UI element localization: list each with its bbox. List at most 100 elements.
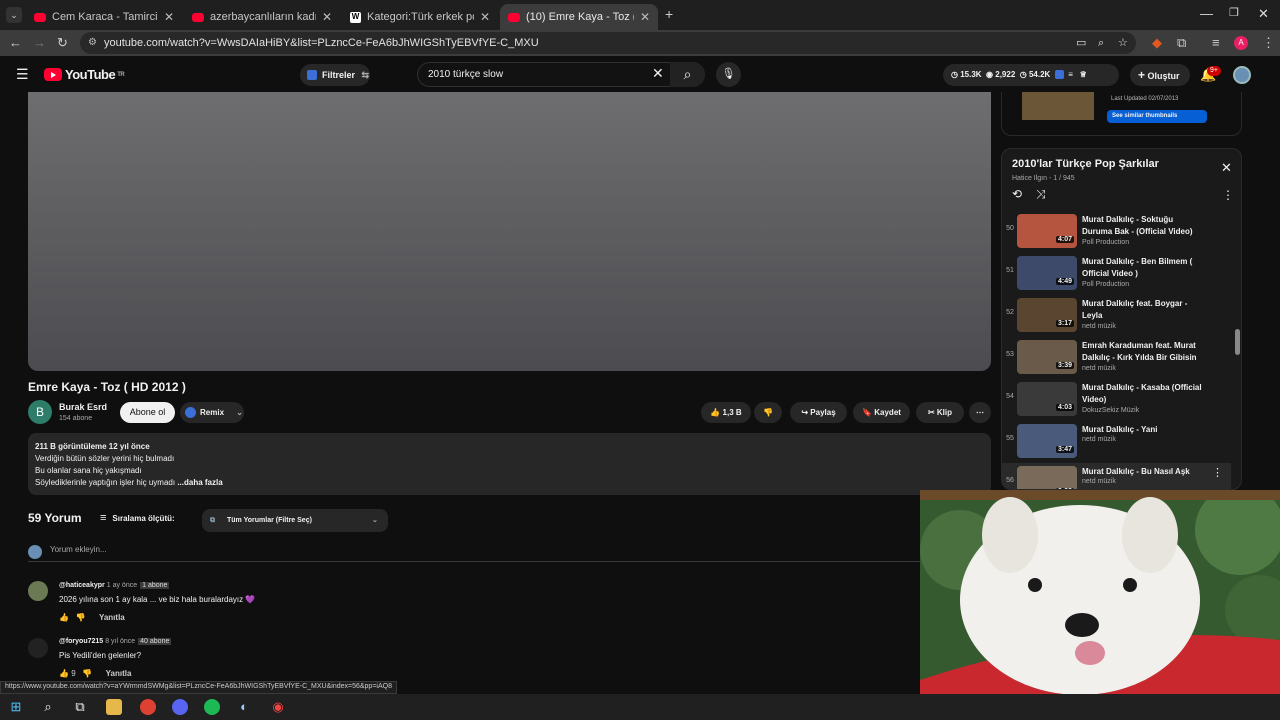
user-avatar[interactable] [1233, 66, 1251, 84]
profile-avatar[interactable]: A [1234, 36, 1248, 50]
playlist-item[interactable]: 51 4:49 Murat Dalkılıç - Ben Bilmem ( Offi… [1002, 253, 1231, 295]
playlist-item-channel: netd müzik [1082, 365, 1116, 372]
playlist-item[interactable]: 563:33Murat Dalkılıç - Bu Nasıl Aşknetd … [1002, 463, 1231, 489]
close-icon[interactable]: ✕ [480, 10, 490, 24]
search-icon: ⌕ [683, 66, 692, 82]
tab-emre-kaya[interactable]: (10) Emre Kaya - Toz ( HD 2012 ✕ [500, 4, 658, 30]
clip-button[interactable]: ✂ Klip [916, 402, 964, 423]
channel-avatar[interactable]: B [28, 400, 52, 424]
comment-avatar[interactable] [28, 638, 48, 658]
tab-azerbaycan[interactable]: azerbaycanlıların kadın ile düet ✕ [184, 4, 340, 30]
hamburger-menu-icon[interactable]: ☰ [16, 66, 29, 83]
search-button[interactable]: ⌕ [670, 62, 705, 87]
app-icon[interactable]: ◉ [270, 699, 286, 715]
thumbs-up-icon[interactable]: 👍 [59, 613, 69, 622]
dislike-button[interactable]: 👎 [754, 402, 782, 423]
youtube-logo[interactable]: YouTube TR [44, 67, 125, 82]
site-info-icon[interactable]: ⚙ [88, 32, 97, 54]
playlist-item[interactable]: 50 4:07 Murat Dalkılıç - Soktuğu Duruma Ba… [1002, 211, 1231, 253]
new-tab-icon[interactable]: + [665, 6, 673, 22]
close-playlist-icon[interactable]: ✕ [1221, 160, 1232, 176]
thumbs-down-icon[interactable]: 👎 [82, 669, 92, 678]
comment-text: 2026 yılına son 1 ay kala ... ve biz hal… [59, 595, 256, 604]
reload-icon[interactable]: ↻ [57, 35, 68, 51]
list-icon[interactable]: ≡ [1068, 70, 1073, 79]
zoom-icon[interactable]: ⌕ [1098, 32, 1104, 54]
menu-dots-icon[interactable]: ⋮ [1262, 35, 1275, 51]
close-icon[interactable]: ✕ [640, 10, 650, 24]
playlist-item-index: 53 [1006, 351, 1014, 358]
media-controls-icon[interactable]: ≡ [1212, 35, 1220, 50]
like-button[interactable]: 👍 1,3 B [701, 402, 751, 423]
playlist-item[interactable]: 55 3:47 Murat Dalkılıç - Yani netd müzik [1002, 421, 1231, 463]
minimize-icon[interactable]: — [1200, 6, 1213, 21]
playlist-item[interactable]: 52 3:17 Murat Dalkılıç feat. Boygar - Leyl… [1002, 295, 1231, 337]
spotify-icon[interactable] [204, 699, 220, 715]
subscribe-button[interactable]: Abone ol [120, 402, 175, 423]
notification-badge: 9+ [1207, 66, 1221, 76]
playlist-item[interactable]: 53 3:39 Emrah Karaduman feat. Murat Dalkıl… [1002, 337, 1231, 379]
extension-icon[interactable]: ◆ [1152, 35, 1162, 51]
comment-avatar[interactable] [28, 581, 48, 601]
cast-icon[interactable]: ▭ [1076, 32, 1086, 54]
search-icon[interactable]: ⌕ [40, 699, 56, 715]
forward-icon[interactable]: → [33, 35, 46, 50]
playlist-item-channel: Poll Production [1082, 281, 1130, 288]
comment-filter-select[interactable]: ⧉ Tüm Yorumlar (Filtre Seç) ⌄ [202, 509, 388, 532]
sort-button[interactable]: ≡ Sıralama ölçütü: [100, 512, 175, 524]
description-box[interactable]: 211 B görüntüleme 12 yıl önce Verdiğin b… [28, 433, 991, 495]
remix-button[interactable]: Remix ⌄ [180, 402, 244, 423]
address-bar[interactable]: ⚙ youtube.com/watch?v=WwsDAIaHiBY&list=P… [80, 32, 1136, 54]
item-menu-icon[interactable]: ⋮ [1212, 466, 1223, 479]
playlist-item-index: 52 [1006, 309, 1014, 316]
extensions-puzzle-icon[interactable]: ⧉ [1177, 35, 1186, 51]
close-window-icon[interactable]: ✕ [1258, 6, 1269, 22]
share-button[interactable]: ↪ Paylaş [790, 402, 847, 423]
duration-badge: 4:49 [1056, 278, 1075, 285]
playlist-item-title: Murat Dalkılıç - Soktuğu Duruma Bak - (O… [1082, 215, 1193, 236]
shuffle-icon[interactable]: ⤨ [1036, 187, 1046, 202]
clear-search-icon[interactable]: ✕ [652, 65, 664, 82]
duration-badge: 3:39 [1056, 362, 1075, 369]
browser-toolbar: ← → ↻ ⚙ youtube.com/watch?v=WwsDAIaHiBY&… [0, 30, 1280, 56]
close-icon[interactable]: ✕ [164, 10, 174, 24]
trophy-icon[interactable]: ♕ [1080, 70, 1087, 79]
steam-icon[interactable]: ◐ [236, 699, 252, 715]
tab-cem-karaca[interactable]: Cem Karaca - Tamirci Çırağı (Of ✕ [26, 4, 182, 30]
restore-icon[interactable]: ❐ [1229, 6, 1239, 19]
back-icon[interactable]: ← [9, 35, 22, 50]
playlist-item-channel: DokuzSekiz Müzik [1082, 407, 1140, 414]
bookmark-star-icon[interactable]: ☆ [1118, 32, 1128, 54]
tab-search-icon[interactable]: ⌄ [6, 7, 22, 23]
loop-icon[interactable]: ⟲ [1012, 187, 1022, 201]
close-icon[interactable]: ✕ [322, 10, 332, 24]
add-comment-input[interactable]: Yorum ekleyin... [28, 545, 920, 562]
playlist-menu-icon[interactable]: ⋮ [1222, 188, 1234, 202]
voice-search-button[interactable]: 🎙 [716, 62, 741, 87]
task-view-icon[interactable]: ⧉ [72, 699, 88, 715]
create-button[interactable]: + Oluştur [1130, 64, 1190, 86]
extension-icon[interactable] [1054, 70, 1064, 80]
thumbs-up-icon[interactable]: 👍 [59, 669, 69, 678]
playlist-title[interactable]: 2010'lar Türkçe Pop Şarkılar [1012, 158, 1159, 170]
video-player[interactable] [28, 92, 991, 371]
subscriber-count: 154 abone [59, 415, 93, 422]
reply-button[interactable]: Yanıtla [106, 669, 132, 678]
scrollbar-thumb[interactable] [1235, 329, 1240, 355]
reply-button[interactable]: Yanıtla [99, 613, 125, 622]
playlist-item[interactable]: 54 4:03 Murat Dalkılıç - Kasaba (Official … [1002, 379, 1231, 421]
file-explorer-icon[interactable] [106, 699, 122, 715]
more-actions-button[interactable]: ⋯ [969, 402, 991, 423]
chrome-icon[interactable] [140, 699, 156, 715]
tab-wikipedia[interactable]: W Kategori:Türk erkek pop şarkıcı ✕ [342, 4, 498, 30]
windows-start-icon[interactable]: ⊞ [8, 699, 24, 715]
thumbs-down-icon[interactable]: 👎 [76, 613, 86, 622]
comment-actions: 👍 👎 Yanıtla [59, 613, 125, 622]
show-more-link[interactable]: ...daha fazla [177, 478, 222, 487]
see-similar-thumbnails-button[interactable]: See similar thumbnails [1107, 110, 1207, 123]
comment-text: Pis Yedili'den gelenler? [59, 651, 142, 660]
discord-icon[interactable] [172, 699, 188, 715]
channel-name[interactable]: Burak Esrd [59, 402, 107, 412]
save-button[interactable]: 🔖 Kaydet [853, 402, 910, 423]
filters-button[interactable]: Filtreler ⇆ [300, 64, 370, 86]
